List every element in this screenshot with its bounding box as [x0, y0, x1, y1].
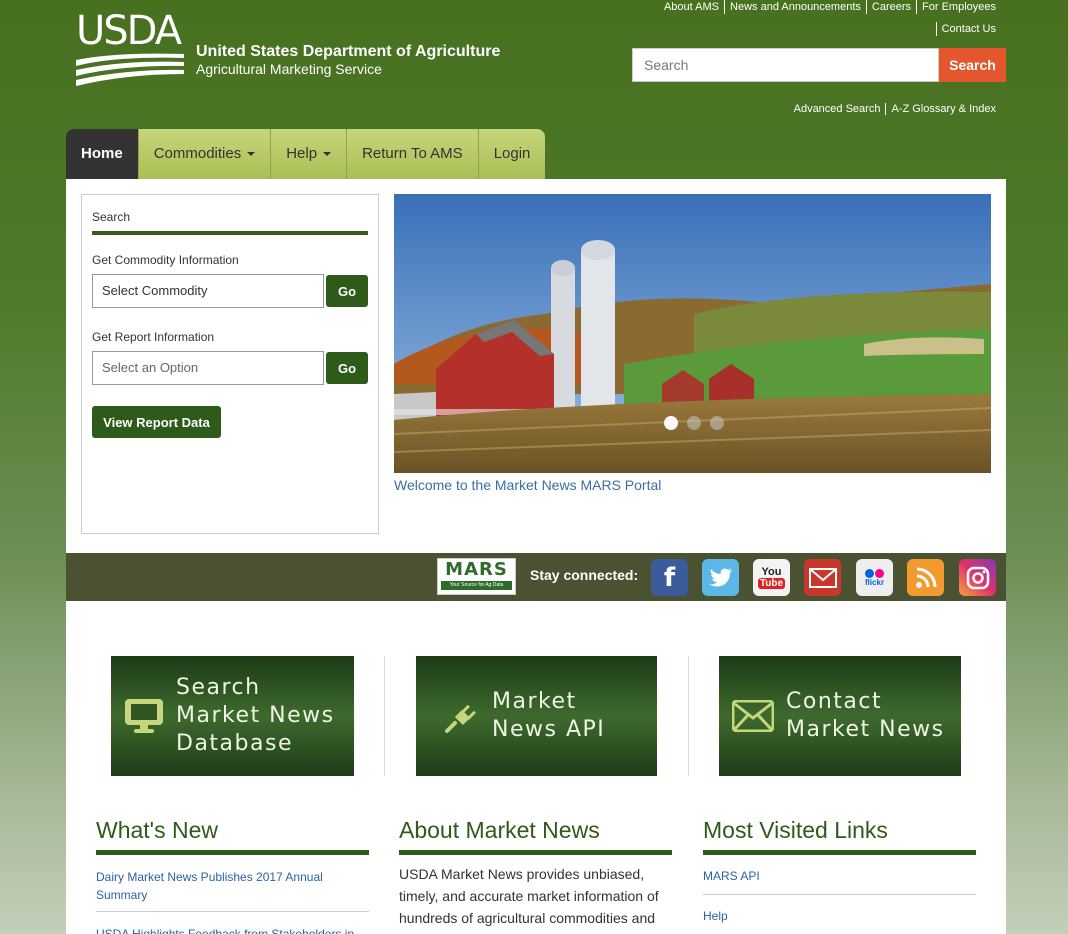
department-name: United States Department of Agriculture: [196, 43, 501, 60]
nav-return-to-ams[interactable]: Return To AMS: [347, 129, 479, 179]
news-link[interactable]: USDA Highlights Feedback from Stakeholde…: [96, 912, 369, 934]
commodity-go-button[interactable]: Go: [326, 275, 368, 307]
main-nav: Home Commodities Help Return To AMS Logi…: [66, 129, 546, 179]
tile-divider: [384, 656, 385, 776]
carousel-indicators: [664, 416, 724, 430]
feature-tiles: Search Market News Database Market News …: [66, 656, 1006, 776]
usda-logo[interactable]: USDA: [76, 8, 184, 88]
contact-us-link[interactable]: Contact Us: [935, 22, 1001, 36]
nav-home-label: Home: [81, 145, 123, 162]
nav-commodities-label: Commodities: [153, 145, 242, 162]
hero-caption[interactable]: Welcome to the Market News MARS Portal: [394, 477, 661, 493]
tile-line: Market News: [176, 703, 335, 728]
most-visited-list: MARS API Help: [703, 855, 976, 934]
tile-line: News API: [492, 717, 606, 742]
contact-market-news-tile[interactable]: Contact Market News: [719, 656, 961, 776]
nav-login-label: Login: [493, 145, 531, 162]
carousel-dot[interactable]: [710, 416, 724, 430]
report-select[interactable]: Select an Option: [92, 351, 324, 385]
most-visited-section: Most Visited Links MARS API Help: [703, 817, 976, 934]
email-icon[interactable]: [804, 559, 841, 596]
instagram-icon[interactable]: [959, 559, 996, 596]
tile-line: Market: [492, 689, 577, 714]
report-go-button[interactable]: Go: [326, 352, 368, 384]
facebook-icon[interactable]: f: [651, 559, 688, 596]
tile-line: Contact: [786, 689, 883, 714]
nav-commodities[interactable]: Commodities: [138, 129, 272, 179]
stay-connected-label: Stay connected:: [530, 567, 639, 583]
mars-api-link[interactable]: MARS API: [703, 855, 976, 895]
nav-login[interactable]: Login: [478, 129, 546, 179]
advanced-search-link[interactable]: Advanced Search: [789, 103, 886, 115]
search-button[interactable]: Search: [939, 48, 1006, 82]
glossary-index-link[interactable]: A-Z Glossary & Index: [885, 103, 1001, 115]
view-report-data-button[interactable]: View Report Data: [92, 406, 221, 438]
monitor-icon: [125, 699, 163, 733]
whats-new-section: What's New Dairy Market News Publishes 2…: [96, 817, 369, 934]
help-link[interactable]: Help: [703, 895, 976, 934]
mars-logo[interactable]: MARS Your Source for Ag Data: [437, 558, 516, 595]
tile-divider: [688, 656, 689, 776]
agency-subname: Agricultural Marketing Service: [196, 61, 382, 77]
plug-icon: [445, 704, 476, 733]
tile-line: Search: [176, 675, 261, 700]
hero-carousel[interactable]: [394, 194, 991, 473]
site-search: Search: [632, 48, 1006, 82]
news-announcements-link[interactable]: News and Announcements: [724, 0, 866, 14]
caret-down-icon: [323, 152, 332, 157]
nav-help-label: Help: [286, 145, 318, 162]
whats-new-title: What's New: [96, 817, 369, 855]
search-input[interactable]: [632, 48, 939, 82]
report-label: Get Report Information: [92, 330, 215, 344]
market-news-api-tile[interactable]: Market News API: [416, 656, 657, 776]
youtube-icon[interactable]: You Tube: [753, 559, 790, 596]
nav-home[interactable]: Home: [66, 129, 139, 179]
mars-logo-text: MARS: [445, 559, 508, 580]
for-employees-link[interactable]: For Employees: [916, 0, 1001, 14]
twitter-icon[interactable]: [702, 559, 739, 596]
search-panel-title: Search: [92, 210, 368, 235]
utility-links: About AMS News and Announcements Careers…: [659, 0, 1001, 36]
flickr-icon[interactable]: flickr: [856, 559, 893, 596]
search-database-tile[interactable]: Search Market News Database: [111, 656, 354, 776]
carousel-dot[interactable]: [664, 416, 678, 430]
search-sublinks: Advanced Search A-Z Glossary & Index: [789, 103, 1001, 115]
rss-icon[interactable]: [907, 559, 944, 596]
about-ams-link[interactable]: About AMS: [659, 0, 724, 14]
most-visited-title: Most Visited Links: [703, 817, 976, 855]
agency-name: United States Department of Agriculture …: [196, 43, 500, 78]
about-title: About Market News: [399, 817, 672, 855]
envelope-icon: [732, 700, 774, 732]
social-strip: MARS Your Source for Ag Data Stay connec…: [66, 553, 1006, 601]
mars-tagline: Your Source for Ag Data: [441, 581, 512, 590]
logo-fields-graphic: [76, 53, 184, 86]
logo-text: USDA: [76, 8, 182, 54]
commodity-label: Get Commodity Information: [92, 253, 239, 267]
tile-line: Database: [176, 731, 293, 756]
about-section: About Market News USDA Market News provi…: [399, 817, 672, 934]
commodity-select[interactable]: Select Commodity: [92, 274, 324, 308]
main-content: Search Get Commodity Information Select …: [66, 179, 1006, 934]
nav-return-label: Return To AMS: [362, 145, 463, 162]
search-panel: Search Get Commodity Information Select …: [81, 194, 379, 534]
tile-line: Market News: [786, 717, 945, 742]
news-list: Dairy Market News Publishes 2017 Annual …: [96, 855, 369, 934]
careers-link[interactable]: Careers: [865, 0, 916, 14]
about-text: USDA Market News provides unbiased, time…: [399, 866, 659, 934]
news-link[interactable]: Dairy Market News Publishes 2017 Annual …: [96, 855, 369, 912]
farm-photo: [394, 194, 991, 473]
nav-help[interactable]: Help: [271, 129, 348, 179]
caret-down-icon: [247, 152, 256, 157]
carousel-dot[interactable]: [687, 416, 701, 430]
